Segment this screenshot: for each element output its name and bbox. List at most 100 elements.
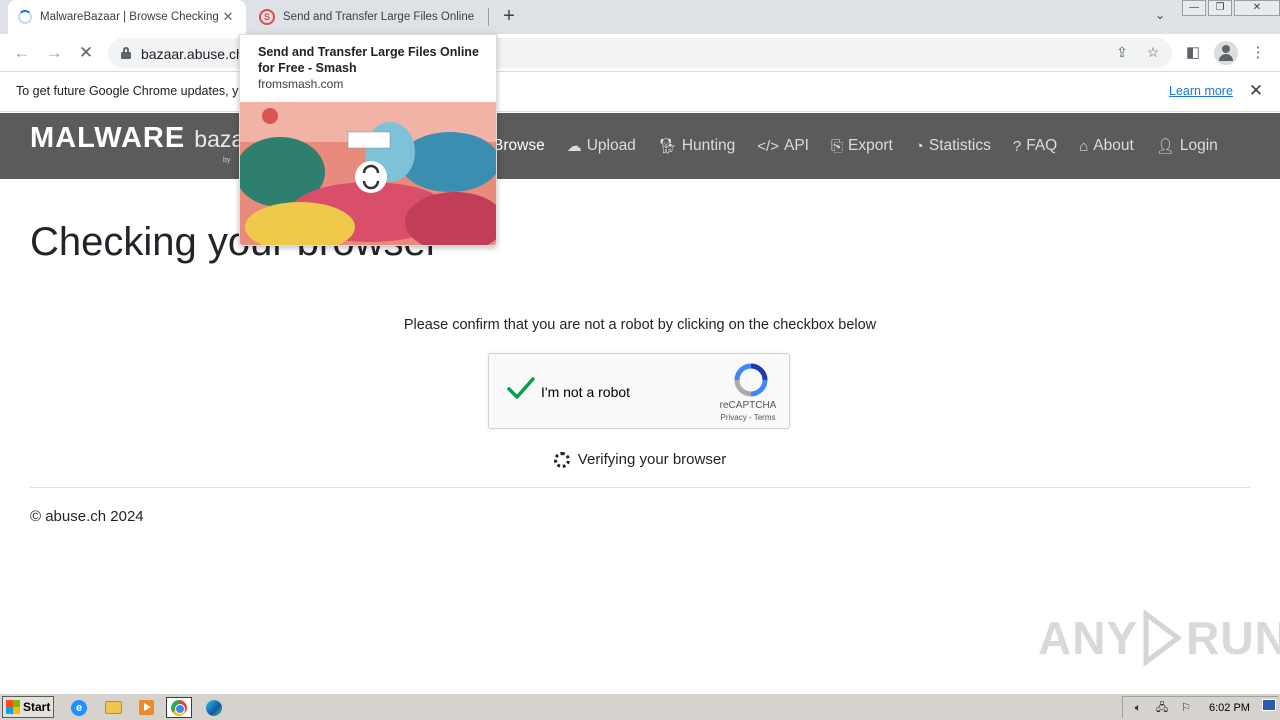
folder-icon bbox=[104, 701, 122, 714]
nav-about[interactable]: ⌂ About bbox=[1079, 137, 1134, 155]
watermark-left: ANY bbox=[1038, 612, 1139, 664]
nav-api[interactable]: </> API bbox=[757, 137, 809, 155]
dog-icon: 🐕︎ bbox=[657, 138, 677, 155]
system-tray: 🔈︎ 🖧 ⚐ 6:02 PM bbox=[1122, 696, 1278, 718]
new-tab-button[interactable]: + bbox=[498, 5, 520, 27]
site-nav: Browse ☁ Upload 🐕︎ Hunting </> API ⎘ Export … bbox=[493, 137, 1240, 155]
question-circle-icon: ? bbox=[1012, 137, 1022, 155]
cloud-upload-icon: ☁ bbox=[566, 138, 582, 155]
code-icon: </> bbox=[757, 137, 779, 155]
stop-loading-icon[interactable]: ✕ bbox=[75, 42, 97, 64]
show-desktop-button[interactable] bbox=[1262, 699, 1276, 711]
nav-label: Export bbox=[847, 137, 893, 154]
window-controls: — ❐ ✕ bbox=[1182, 0, 1280, 18]
restore-button[interactable]: ❐ bbox=[1208, 0, 1232, 16]
pie-chart-icon: ◔ bbox=[914, 137, 924, 155]
nav-label: Hunting bbox=[681, 137, 736, 154]
nav-label: Login bbox=[1179, 137, 1218, 154]
nav-login[interactable]: 👤︎ Login bbox=[1156, 137, 1218, 155]
bookmark-star-icon[interactable]: ☆ bbox=[1144, 44, 1162, 62]
tab-separator bbox=[488, 8, 489, 26]
checkmark-icon[interactable] bbox=[506, 374, 536, 404]
tab-strip: MalwareBazaar | Browse Checking y ✕ S Se… bbox=[0, 0, 1280, 34]
recaptcha-logo-icon bbox=[734, 363, 768, 397]
lock-icon[interactable] bbox=[121, 47, 131, 59]
clock[interactable]: 6:02 PM bbox=[1209, 702, 1250, 714]
file-export-icon: ⎘ bbox=[830, 137, 843, 155]
share-icon[interactable]: ⇪ bbox=[1113, 44, 1131, 62]
building-icon: ⌂ bbox=[1079, 137, 1089, 155]
infobar-close-icon[interactable]: ✕ bbox=[1247, 81, 1265, 101]
footer-copyright: © abuse.ch 2024 bbox=[30, 508, 144, 525]
captcha-instruction: Please confirm that you are not a robot … bbox=[403, 317, 877, 333]
nav-statistics[interactable]: ◔ Statistics bbox=[915, 137, 991, 155]
tab-search-chevron-icon[interactable]: ⌄ bbox=[1150, 8, 1170, 26]
anyrun-watermark: ANY RUN bbox=[1038, 610, 1280, 666]
browser-toolbar: ← → ✕ bazaar.abuse.ch ⇪ ☆ ◧ ⋮ bbox=[0, 34, 1280, 72]
recaptcha-terms-link[interactable]: Privacy - Terms bbox=[715, 413, 781, 422]
taskbar-media-player[interactable] bbox=[133, 697, 159, 718]
dots-spinner-icon bbox=[553, 451, 570, 468]
url-text[interactable]: bazaar.abuse.ch bbox=[141, 46, 244, 62]
nav-export[interactable]: ⎘ Export bbox=[831, 137, 893, 155]
play-icon bbox=[1143, 610, 1183, 666]
malwarebazaar-logo[interactable]: MALWARE bazaar bbox=[30, 122, 265, 155]
forward-arrow-icon[interactable]: → bbox=[43, 42, 65, 64]
start-label: Start bbox=[23, 700, 51, 714]
hovercard-preview-image bbox=[240, 102, 496, 245]
watermark-right: RUN bbox=[1186, 612, 1280, 664]
recaptcha-widget[interactable]: I'm not a robot reCAPTCHA Privacy - Term… bbox=[488, 353, 790, 429]
learn-more-link[interactable]: Learn more bbox=[1169, 84, 1233, 98]
start-button[interactable]: Start bbox=[2, 696, 54, 718]
back-arrow-icon[interactable]: ← bbox=[11, 42, 33, 64]
hovercard-title: Send and Transfer Large Files Online for… bbox=[258, 45, 479, 75]
windows-flag-icon bbox=[6, 700, 20, 714]
taskbar-ie[interactable]: e bbox=[66, 697, 92, 718]
site-header: MALWARE bazaar by Browse ☁ Upload 🐕︎ Hunti… bbox=[0, 113, 1280, 179]
nav-label: API bbox=[783, 137, 809, 154]
tab-malwarebazaar[interactable]: MalwareBazaar | Browse Checking y ✕ bbox=[8, 0, 246, 34]
taskbar-edge[interactable] bbox=[201, 697, 227, 718]
windows-taskbar: Start e 🔈︎ 🖧 ⚐ 6:02 PM bbox=[0, 693, 1280, 720]
nav-label: Statistics bbox=[928, 137, 991, 154]
side-panel-icon[interactable]: ◧ bbox=[1183, 43, 1203, 63]
nav-label: FAQ bbox=[1026, 137, 1058, 154]
minimize-button[interactable]: — bbox=[1182, 0, 1206, 16]
nav-label: About bbox=[1093, 137, 1134, 154]
media-player-icon bbox=[138, 700, 154, 715]
edge-icon bbox=[206, 699, 222, 716]
nav-label: Browse bbox=[493, 137, 545, 154]
nav-hunting[interactable]: 🐕︎ Hunting bbox=[658, 137, 735, 155]
volume-icon[interactable]: 🔈︎ bbox=[1129, 701, 1147, 715]
smash-favicon-icon: S bbox=[259, 9, 275, 25]
nav-label: Upload bbox=[586, 137, 636, 154]
menu-kebab-icon[interactable]: ⋮ bbox=[1248, 43, 1268, 63]
tab-smash[interactable]: S Send and Transfer Large Files Online bbox=[249, 0, 487, 34]
update-infobar: To get future Google Chrome updates, y i… bbox=[0, 72, 1280, 112]
window-close-button[interactable]: ✕ bbox=[1234, 0, 1280, 16]
taskbar-chrome[interactable] bbox=[166, 697, 192, 718]
user-icon: 👤︎ bbox=[1155, 138, 1175, 155]
action-center-flag-icon[interactable]: ⚐ bbox=[1177, 701, 1195, 715]
divider bbox=[30, 487, 1250, 488]
tab-title: MalwareBazaar | Browse Checking y bbox=[40, 11, 220, 23]
tab-hover-card: Send and Transfer Large Files Online for… bbox=[239, 34, 497, 246]
internet-explorer-icon: e bbox=[71, 699, 87, 716]
hovercard-domain: fromsmash.com bbox=[258, 77, 344, 91]
tab-title: Send and Transfer Large Files Online bbox=[283, 11, 475, 23]
profile-avatar-icon[interactable] bbox=[1214, 41, 1238, 65]
recaptcha-label: I'm not a robot bbox=[541, 384, 631, 400]
chrome-icon bbox=[171, 699, 187, 716]
loading-spinner-icon bbox=[18, 10, 32, 24]
tab-close-icon[interactable]: ✕ bbox=[220, 9, 236, 25]
nav-browse[interactable]: Browse bbox=[493, 137, 545, 155]
taskbar-explorer[interactable] bbox=[100, 697, 126, 718]
logo-bold-text: MALWARE bbox=[30, 122, 186, 154]
logo-subtitle: by bbox=[223, 157, 231, 164]
verifying-status: Verifying your browser bbox=[0, 451, 1280, 468]
nav-upload[interactable]: ☁ Upload bbox=[567, 137, 636, 155]
recaptcha-brand: reCAPTCHA bbox=[719, 400, 777, 411]
nav-faq[interactable]: ? FAQ bbox=[1013, 137, 1057, 155]
network-icon[interactable]: 🖧 bbox=[1153, 701, 1171, 715]
verifying-text: Verifying your browser bbox=[577, 451, 727, 468]
